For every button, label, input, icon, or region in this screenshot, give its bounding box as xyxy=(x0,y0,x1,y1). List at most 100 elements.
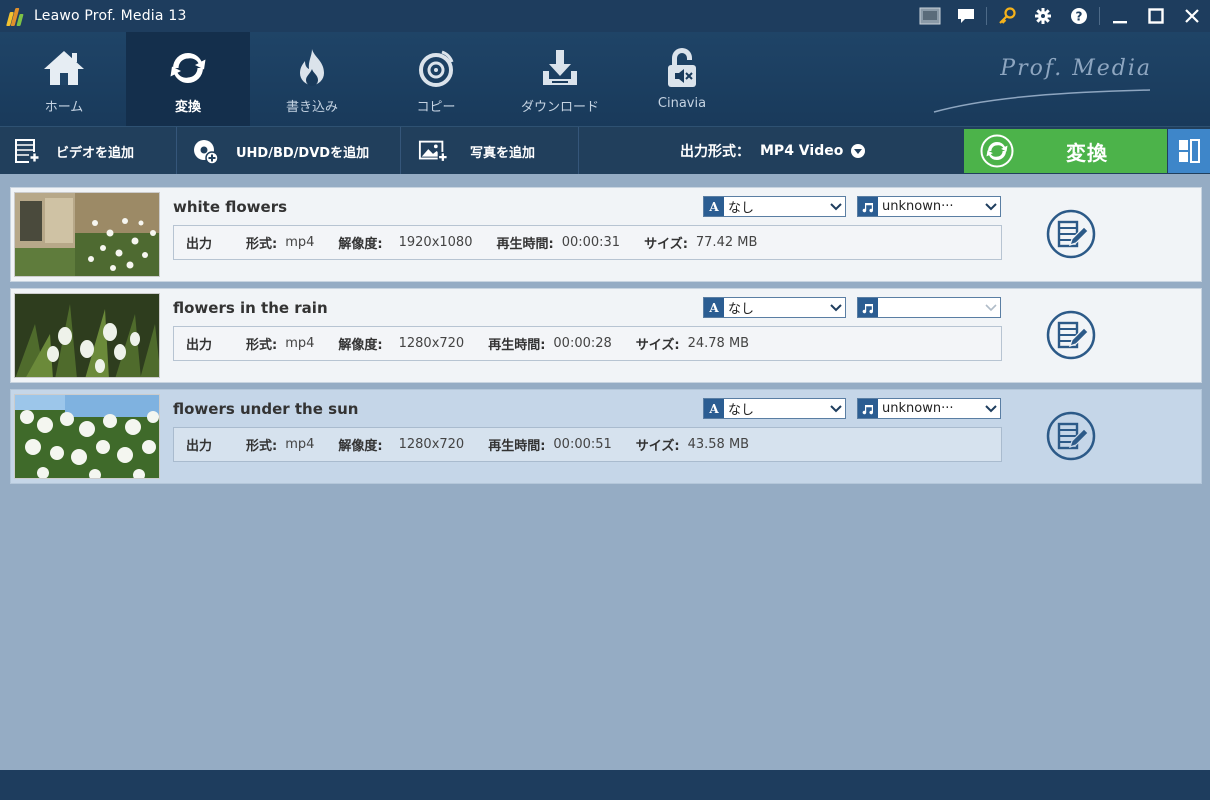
resolution-value: 1280x720 xyxy=(398,336,465,351)
add-video-icon xyxy=(12,136,42,166)
audio-select[interactable] xyxy=(857,297,1001,318)
video-thumbnail xyxy=(14,394,160,479)
divider xyxy=(986,7,987,25)
nav-copy[interactable]: コピー xyxy=(374,32,498,126)
video-thumbnail xyxy=(14,293,160,378)
format-label: 形式: xyxy=(246,439,278,454)
format-value: mp4 xyxy=(285,437,315,452)
close-icon[interactable] xyxy=(1174,0,1210,32)
edit-video-button[interactable] xyxy=(1046,411,1096,461)
add-disc-button[interactable]: UHD/BD/DVDを追加 xyxy=(190,127,369,175)
audio-value: unknown··· xyxy=(882,199,954,214)
resolution-label: 解像度: xyxy=(338,439,383,454)
music-note-icon xyxy=(858,298,878,317)
subtitle-icon: A xyxy=(704,298,724,317)
toolbar: ビデオを追加 UHD/BD/DVDを追加 写真を追加 出力形式： MP4 Vid… xyxy=(0,126,1210,175)
add-disc-label: UHD/BD/DVDを追加 xyxy=(236,145,370,161)
output-label: 出力 xyxy=(186,338,213,353)
nav-label: ホーム xyxy=(44,100,84,115)
convert-label: 変換 xyxy=(1066,140,1108,165)
nav-label: Cinavia xyxy=(657,96,707,111)
audio-select[interactable]: unknown··· xyxy=(857,196,1001,217)
edit-video-button[interactable] xyxy=(1046,310,1096,360)
cinavia-icon xyxy=(658,46,706,90)
add-photo-icon xyxy=(418,136,448,166)
app-logo-icon xyxy=(6,6,28,26)
subtitle-select[interactable]: A なし xyxy=(703,398,846,419)
divider xyxy=(1099,7,1100,25)
home-icon xyxy=(40,46,88,90)
help-icon[interactable]: ? xyxy=(1061,0,1097,32)
minimize-icon[interactable] xyxy=(1102,0,1138,32)
toggle-panel-button[interactable] xyxy=(1168,129,1210,173)
svg-text:?: ? xyxy=(1076,10,1083,24)
duration-value: 00:00:31 xyxy=(561,235,621,250)
file-info: 出力 形式: mp4 解像度: 1280x720 再生時間: 00:00:28 … xyxy=(173,326,1002,361)
nav-home[interactable]: ホーム xyxy=(2,32,126,126)
file-name: white flowers xyxy=(173,198,288,216)
convert-button[interactable]: 変換 xyxy=(964,129,1167,173)
settings-icon[interactable] xyxy=(1025,0,1061,32)
nav-label: 書き込み xyxy=(285,100,338,115)
add-disc-icon xyxy=(190,136,220,166)
screen-icon[interactable] xyxy=(912,0,948,32)
audio-select[interactable]: unknown··· xyxy=(857,398,1001,419)
key-icon[interactable] xyxy=(989,0,1025,32)
size-value: 24.78 MB xyxy=(687,336,750,351)
file-info: 出力 形式: mp4 解像度: 1920x1080 再生時間: 00:00:31… xyxy=(173,225,1002,260)
subtitle-select[interactable]: A なし xyxy=(703,297,846,318)
chevron-down-icon xyxy=(982,202,1000,211)
add-photo-button[interactable]: 写真を追加 xyxy=(418,127,535,175)
nav-cinavia[interactable]: Cinavia xyxy=(620,32,744,126)
output-label: 出力 xyxy=(186,237,213,252)
subtitle-value: なし xyxy=(728,201,755,216)
burn-icon xyxy=(288,46,336,90)
music-note-icon xyxy=(858,197,878,216)
download-icon xyxy=(536,46,584,90)
edit-video-icon xyxy=(1046,209,1096,259)
status-bar xyxy=(0,770,1210,800)
file-row[interactable]: flowers in the rain A なし 出力 形式: mp4 解像度:… xyxy=(10,288,1202,383)
duration-label: 再生時間: xyxy=(496,237,554,252)
resolution-value: 1280x720 xyxy=(398,437,465,452)
divider xyxy=(400,127,401,175)
chevron-down-icon xyxy=(851,144,866,158)
file-row[interactable]: white flowers A なし unknown··· 出力 形式: mp4… xyxy=(10,187,1202,282)
app-title: Leawo Prof. Media 13 xyxy=(34,8,187,24)
output-format-selector[interactable]: 出力形式： MP4 Video xyxy=(680,127,866,175)
brand-logo: Prof. Media xyxy=(1000,56,1152,81)
chevron-down-icon xyxy=(827,202,845,211)
file-name: flowers under the sun xyxy=(173,400,359,418)
resolution-label: 解像度: xyxy=(338,237,383,252)
format-label: 形式: xyxy=(246,338,278,353)
add-video-label: ビデオを追加 xyxy=(56,145,135,161)
subtitle-icon: A xyxy=(704,399,724,418)
chevron-down-icon xyxy=(982,303,1000,312)
maximize-icon[interactable] xyxy=(1138,0,1174,32)
chevron-down-icon xyxy=(982,404,1000,413)
edit-video-icon xyxy=(1046,411,1096,461)
format-label: 形式: xyxy=(246,237,278,252)
resolution-label: 解像度: xyxy=(338,338,383,353)
duration-value: 00:00:51 xyxy=(553,437,612,452)
edit-video-button[interactable] xyxy=(1046,209,1096,259)
subtitle-icon: A xyxy=(704,197,724,216)
nav-download[interactable]: ダウンロード xyxy=(498,32,622,126)
duration-label: 再生時間: xyxy=(488,338,546,353)
size-label: サイズ: xyxy=(635,439,680,454)
file-info: 出力 形式: mp4 解像度: 1280x720 再生時間: 00:00:51 … xyxy=(173,427,1002,462)
chat-icon[interactable] xyxy=(948,0,984,32)
add-video-button[interactable]: ビデオを追加 xyxy=(12,127,134,175)
file-list: white flowers A なし unknown··· 出力 形式: mp4… xyxy=(0,174,1210,770)
file-row[interactable]: flowers under the sun A なし unknown··· 出力… xyxy=(10,389,1202,484)
subtitle-select[interactable]: A なし xyxy=(703,196,846,217)
music-note-icon xyxy=(858,399,878,418)
nav-burn[interactable]: 書き込み xyxy=(250,32,374,126)
file-name: flowers in the rain xyxy=(173,299,328,317)
duration-value: 00:00:28 xyxy=(553,336,612,351)
nav-convert[interactable]: 変換 xyxy=(126,32,250,126)
audio-value: unknown··· xyxy=(882,401,954,416)
title-bar: Leawo Prof. Media 13 ? xyxy=(0,0,1210,32)
nav-label: コピー xyxy=(416,100,456,115)
output-format-label: 出力形式： xyxy=(680,144,750,160)
